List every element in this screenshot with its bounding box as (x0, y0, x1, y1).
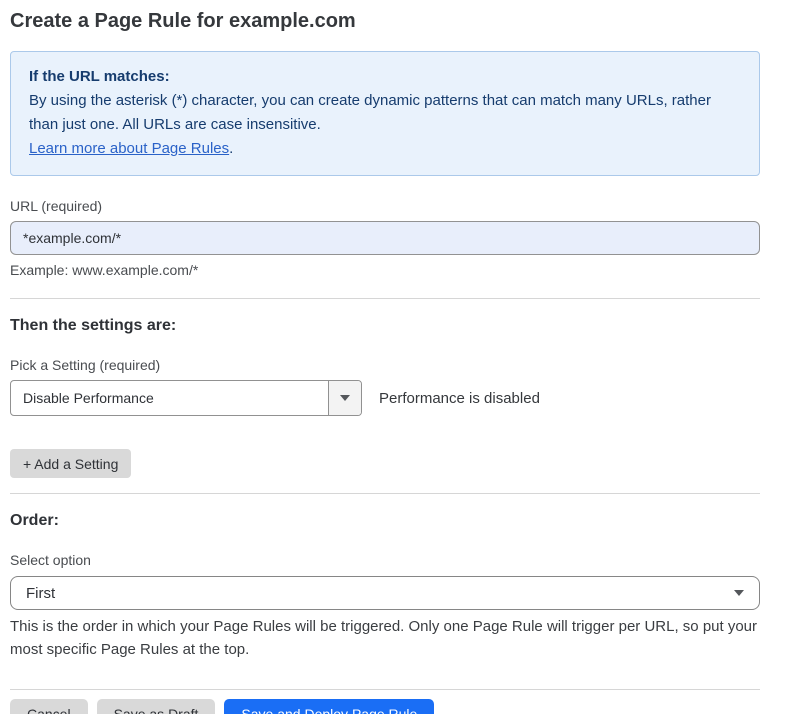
order-select-label: Select option (10, 552, 760, 568)
order-help-text: This is the order in which your Page Rul… (10, 615, 760, 661)
chevron-down-icon (340, 395, 350, 401)
link-suffix: . (229, 140, 233, 157)
info-box-heading: If the URL matches: (29, 65, 741, 89)
order-section-heading: Order: (10, 512, 760, 530)
save-as-draft-button[interactable]: Save as Draft (97, 699, 216, 714)
section-divider (10, 493, 760, 494)
setting-select-value: Disable Performance (11, 381, 328, 415)
url-input[interactable] (10, 221, 760, 255)
footer-button-row: Cancel Save as Draft Save and Deploy Pag… (10, 699, 760, 714)
settings-section-heading: Then the settings are: (10, 317, 760, 335)
create-page-rule-form: Create a Page Rule for example.com If th… (0, 0, 790, 714)
learn-more-link[interactable]: Learn more about Page Rules (29, 140, 229, 157)
save-and-deploy-button[interactable]: Save and Deploy Page Rule (224, 699, 434, 714)
section-divider (10, 298, 760, 299)
url-field-label: URL (required) (10, 198, 760, 214)
url-match-info-box: If the URL matches: By using the asteris… (10, 51, 760, 176)
setting-row: Disable Performance Performance is disab… (10, 380, 760, 416)
info-box-body: By using the asterisk (*) character, you… (29, 89, 741, 137)
pick-setting-label: Pick a Setting (required) (10, 357, 760, 373)
order-select[interactable]: First (10, 576, 760, 610)
setting-select-arrow-button[interactable] (328, 381, 361, 415)
url-example-text: Example: www.example.com/* (10, 262, 760, 278)
setting-select[interactable]: Disable Performance (10, 380, 362, 416)
setting-status-text: Performance is disabled (379, 390, 540, 407)
page-title: Create a Page Rule for example.com (10, 10, 760, 33)
info-box-link-line: Learn more about Page Rules. (29, 137, 741, 161)
cancel-button[interactable]: Cancel (10, 699, 88, 714)
order-select-value: First (26, 585, 55, 602)
footer-divider (10, 689, 760, 690)
add-setting-button[interactable]: + Add a Setting (10, 449, 131, 478)
chevron-down-icon (734, 590, 744, 596)
